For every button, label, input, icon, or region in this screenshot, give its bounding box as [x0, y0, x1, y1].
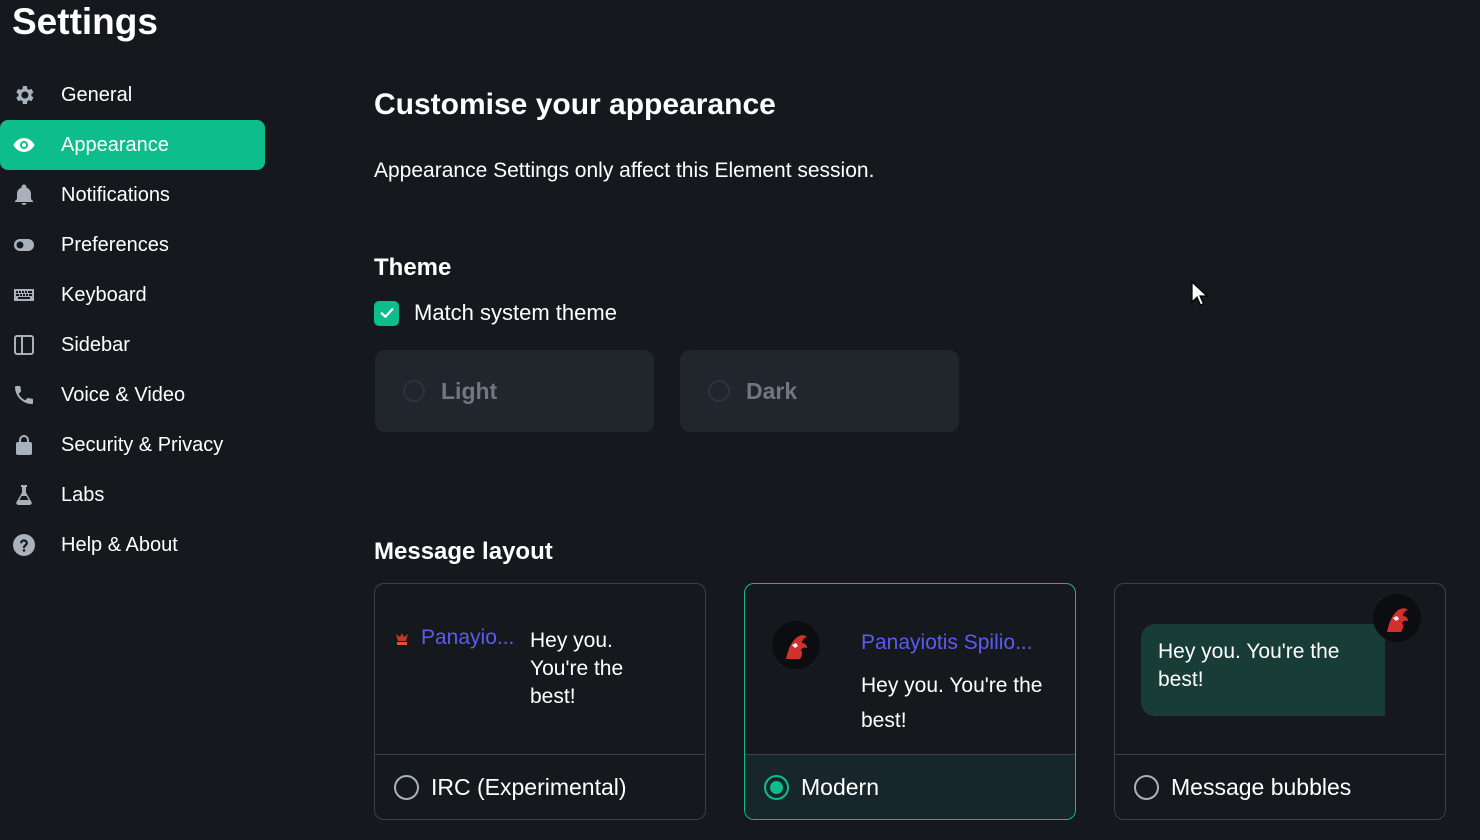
flask-icon: [11, 482, 37, 508]
layout-option-footer: IRC (Experimental): [375, 754, 705, 819]
sidebar-item-labs[interactable]: Labs: [0, 470, 265, 520]
message-text: Hey you. You're the best!: [861, 674, 1043, 732]
layout-option-label: Modern: [801, 773, 879, 800]
layout-option-footer: Modern: [745, 754, 1075, 819]
theme-option-light[interactable]: Light: [375, 350, 654, 432]
keyboard-icon: [11, 282, 37, 308]
sidebar-item-label: Help & About: [61, 533, 178, 556]
message-layout-heading: Message layout: [374, 538, 553, 565]
sidebar-item-security-privacy[interactable]: Security & Privacy: [0, 420, 265, 470]
theme-option-dark[interactable]: Dark: [680, 350, 959, 432]
sidebar-item-label: Keyboard: [61, 283, 147, 306]
sidebar-item-label: Appearance: [61, 133, 169, 156]
layout-option-label: IRC (Experimental): [431, 773, 627, 800]
modern-preview: Panayiotis Spilio... Hey you. You're the…: [745, 584, 1075, 756]
sidebar-item-notifications[interactable]: Notifications: [0, 170, 265, 220]
checkbox-checked-icon[interactable]: [374, 300, 399, 326]
sender-name: Panayio...: [421, 626, 515, 649]
theme-option-label: Dark: [746, 377, 798, 404]
sidebar-item-help-about[interactable]: Help & About: [0, 520, 265, 570]
sidebar-item-label: General: [61, 83, 133, 106]
layout-option-irc[interactable]: Panayio... Hey you. You're the best! IRC…: [374, 583, 706, 820]
sidebar-item-general[interactable]: General: [0, 70, 265, 120]
toggle-icon: [11, 232, 37, 258]
checkbox-label: Match system theme: [414, 300, 617, 325]
sidebar-item-keyboard[interactable]: Keyboard: [0, 270, 265, 320]
radio-unchecked-icon[interactable]: [708, 380, 730, 402]
radio-unchecked-icon[interactable]: [394, 774, 419, 800]
message-bubble: Hey you. You're the best!: [1141, 624, 1385, 716]
help-icon: [11, 532, 37, 558]
section-heading: Customise your appearance: [374, 88, 776, 121]
sidebar-item-label: Preferences: [61, 233, 169, 256]
layout-option-modern[interactable]: Panayiotis Spilio... Hey you. You're the…: [744, 583, 1076, 820]
radio-unchecked-icon[interactable]: [403, 380, 425, 402]
sidebar-item-label: Sidebar: [61, 333, 130, 356]
sidebar-item-label: Security & Privacy: [61, 433, 224, 456]
sidebar-item-label: Voice & Video: [61, 383, 186, 406]
layout-option-label: Message bubbles: [1171, 773, 1352, 800]
message-text: Hey you. You're the best!: [530, 629, 624, 708]
irc-preview: Panayio... Hey you. You're the best!: [375, 584, 705, 756]
sidebar-panel-icon: [11, 332, 37, 358]
layout-option-bubbles[interactable]: Hey you. You're the best! Message bubble…: [1114, 583, 1446, 820]
sidebar-item-label: Notifications: [61, 183, 170, 206]
mouse-pointer-icon: [1190, 280, 1209, 307]
page-title: Settings: [12, 1, 158, 42]
sidebar-item-voice-video[interactable]: Voice & Video: [0, 370, 265, 420]
lock-icon: [11, 432, 37, 458]
sidebar-item-sidebar[interactable]: Sidebar: [0, 320, 265, 370]
avatar-small-icon: [393, 630, 411, 648]
message-text: Hey you. You're the best!: [1158, 640, 1340, 691]
match-system-theme-checkbox[interactable]: Match system theme: [374, 298, 617, 328]
section-description: Appearance Settings only affect this Ele…: [374, 159, 875, 182]
bubbles-preview: Hey you. You're the best!: [1115, 584, 1445, 756]
sender-name: Panayiotis Spilio...: [861, 631, 1033, 654]
theme-option-label: Light: [441, 377, 498, 404]
sidebar-item-appearance[interactable]: Appearance: [0, 120, 265, 170]
radio-unchecked-icon[interactable]: [1134, 774, 1159, 800]
sidebar-item-preferences[interactable]: Preferences: [0, 220, 265, 270]
sidebar-item-label: Labs: [61, 483, 105, 506]
radio-checked-icon[interactable]: [764, 774, 789, 800]
bell-icon: [11, 182, 37, 208]
phone-icon: [11, 382, 37, 408]
gear-icon: [11, 82, 37, 108]
layout-option-footer: Message bubbles: [1115, 754, 1445, 819]
avatar: [1373, 594, 1421, 642]
eye-icon: [11, 132, 37, 158]
avatar: [772, 621, 820, 669]
theme-heading: Theme: [374, 254, 452, 281]
